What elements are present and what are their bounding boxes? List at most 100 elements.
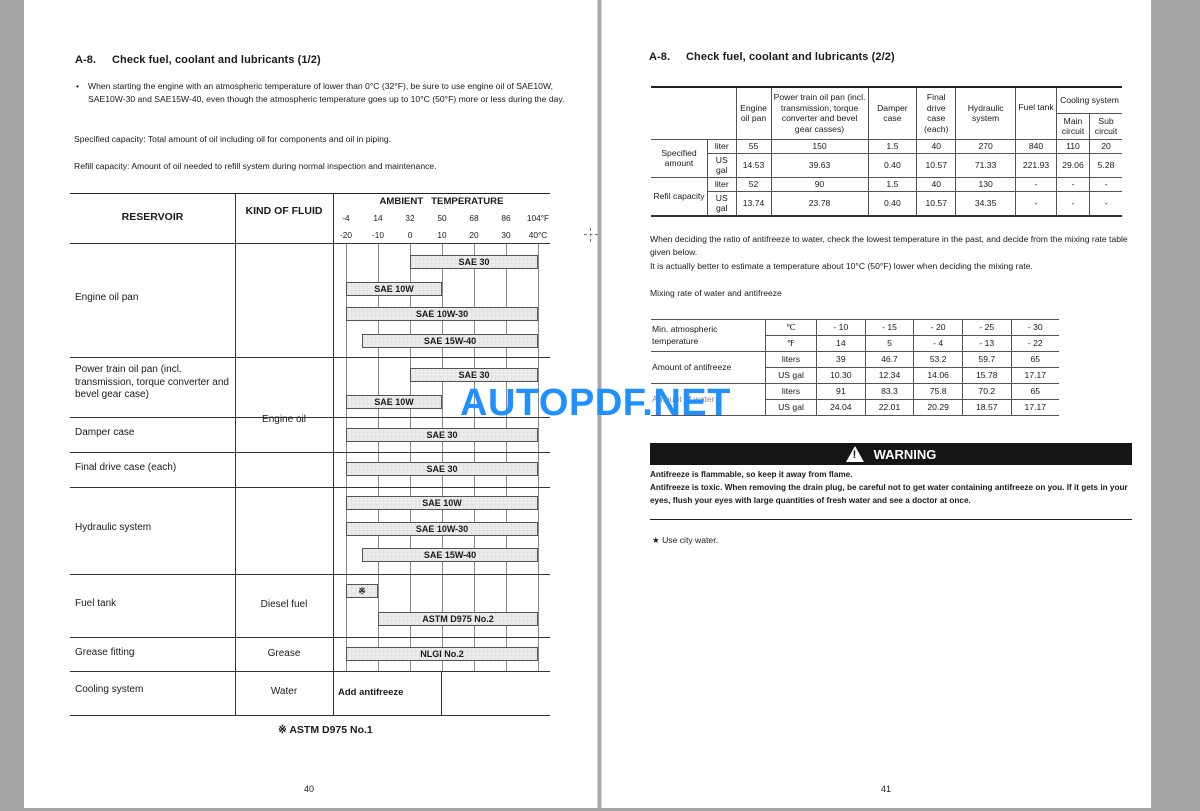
value-cell: 52 xyxy=(735,176,772,192)
unit-cell: liters xyxy=(765,351,817,368)
value-cell: 10.30 xyxy=(816,367,866,384)
header-fluid: KIND OF FLUID xyxy=(245,205,323,217)
temperature-range-bar: ※ xyxy=(346,584,378,598)
value-cell: 5 xyxy=(864,335,915,352)
value-cell: - xyxy=(1089,176,1122,192)
table-top-rule xyxy=(70,193,550,194)
capacity-table: Engine oil pan Power train oil pan (incl… xyxy=(651,86,1122,217)
value-cell: 0.40 xyxy=(867,152,918,178)
bar-label: SAE 10W xyxy=(374,397,414,407)
temperature-range-bar: SAE 30 xyxy=(346,428,538,442)
value-cell: 15.78 xyxy=(961,367,1012,384)
row-divider xyxy=(70,715,550,716)
unit-cell: liter xyxy=(707,176,737,192)
row-divider xyxy=(70,671,550,672)
add-antifreeze-label: Add antifreeze xyxy=(338,687,404,698)
col-header: Final drive case (each) xyxy=(916,86,957,140)
row-group-label: Min. atmospheric temperature xyxy=(651,319,766,352)
reservoir-label: Final drive case (each) xyxy=(75,462,177,473)
row-group-label: Refil capacity xyxy=(651,176,708,216)
col-header: Engine oil pan xyxy=(735,86,772,140)
warning-divider xyxy=(650,519,1132,520)
value-cell: 40 xyxy=(916,138,957,154)
value-cell: 23.78 xyxy=(770,190,869,216)
mixing-table-title: Mixing rate of water and antifreeze xyxy=(650,288,782,298)
value-cell: 83.3 xyxy=(864,383,915,400)
value-cell: - 15 xyxy=(864,319,915,336)
table-row: Specified amount liter 55 150 1.5 40 270 840 110… xyxy=(651,138,1122,178)
warning-banner: WARNING xyxy=(650,443,1132,465)
col-header: Power train oil pan (incl. transmission,… xyxy=(770,86,869,140)
row-divider xyxy=(70,574,550,575)
corner-cell xyxy=(651,87,737,140)
row-divider xyxy=(70,452,550,453)
table-row: Refil capacity liter 52 90 1.5 40 130- - - xyxy=(651,176,1122,216)
fluid-engine-oil: Engine oil xyxy=(262,414,306,425)
value-cell: 14.06 xyxy=(913,367,963,384)
unit-cell: ℉ xyxy=(765,335,817,352)
temperature-range-bar: SAE 15W-40 xyxy=(362,334,538,348)
unit-cell: US gal xyxy=(765,399,817,416)
tick-label-c: 20 xyxy=(469,230,479,240)
value-cell: 270 xyxy=(955,138,1016,154)
value-cell: 90 xyxy=(770,176,869,192)
value-cell: 17.17 xyxy=(1010,399,1059,416)
bar-label: SAE 10W-30 xyxy=(415,524,469,534)
value-cell: 46.7 xyxy=(864,351,915,368)
unit-cell: US gal xyxy=(765,367,817,384)
header-bottom-rule xyxy=(70,243,550,244)
unit-cell: US gal xyxy=(707,190,737,216)
unit-cell: liters xyxy=(765,383,817,400)
value-cell: 65 xyxy=(1010,351,1059,368)
reservoir-label: Fuel tank xyxy=(75,598,117,609)
tick-label-f: 32 xyxy=(405,213,415,223)
value-cell: 39 xyxy=(816,351,866,368)
city-water-note: ★ Use city water. xyxy=(652,535,718,545)
value-cell: - 25 xyxy=(961,319,1012,336)
header-ambient-temperature: AMBIENT TEMPERATURE xyxy=(379,196,504,207)
value-cell: 20.29 xyxy=(913,399,963,416)
value-cell: 65 xyxy=(1010,383,1059,400)
section-title: Check fuel, coolant and lubricants (2/2) xyxy=(686,51,895,63)
page-number: 40 xyxy=(304,784,315,794)
tick-label-c: -10 xyxy=(372,230,384,240)
fluid-water: Water xyxy=(270,686,298,697)
value-cell: 150 xyxy=(770,138,869,154)
reservoir-label: Hydraulic system xyxy=(75,522,152,533)
mixing-paragraph-2: It is actually better to estimate a temp… xyxy=(650,261,1033,271)
table-footnote: ※ ASTM D975 No.1 xyxy=(278,724,373,736)
value-cell: 14 xyxy=(816,335,866,352)
unit-cell: liter xyxy=(707,138,737,154)
value-cell: 110 xyxy=(1056,138,1090,154)
temperature-range-bar: SAE 10W xyxy=(346,496,538,510)
value-cell: - xyxy=(1015,176,1057,192)
value-cell: 24.04 xyxy=(816,399,866,416)
mixing-paragraph-1: When deciding the ratio of antifreeze to… xyxy=(650,234,1128,257)
temperature-range-bar: SAE 10W-30 xyxy=(346,307,538,321)
value-cell: - 20 xyxy=(913,319,963,336)
value-cell: 13.74 xyxy=(735,190,772,216)
value-cell: 130 xyxy=(955,176,1016,192)
tick-label-f: 104°F xyxy=(526,213,550,223)
watermark: AUTOPDF.NET xyxy=(460,382,731,424)
bar-label: SAE 30 xyxy=(426,464,458,474)
reservoir-label: Engine oil pan xyxy=(75,292,139,303)
unit-cell: US gal xyxy=(707,152,737,178)
warning-label: WARNING xyxy=(873,446,937,462)
row-divider xyxy=(70,637,550,638)
value-cell: - xyxy=(1056,176,1090,192)
table-row: Min. atmospheric temperature ℃ - 10- 15- 2… xyxy=(651,319,1059,352)
col-header: Damper case xyxy=(867,86,918,140)
bar-label: SAE 10W-30 xyxy=(415,309,469,319)
value-cell: 91 xyxy=(816,383,866,400)
temperature-range-bar: NLGI No.2 xyxy=(346,647,538,661)
temperature-range-bar: SAE 30 xyxy=(346,462,538,476)
cooling-header: Cooling system xyxy=(1056,86,1122,114)
bar-label: ASTM D975 No.2 xyxy=(422,614,494,624)
tick-label-f: 86 xyxy=(501,213,511,223)
value-cell: - 30 xyxy=(1010,319,1059,336)
bar-label: SAE 30 xyxy=(458,257,490,267)
value-cell: 10.57 xyxy=(916,152,957,178)
bar-label: SAE 30 xyxy=(426,430,458,440)
value-cell: 22.01 xyxy=(864,399,915,416)
